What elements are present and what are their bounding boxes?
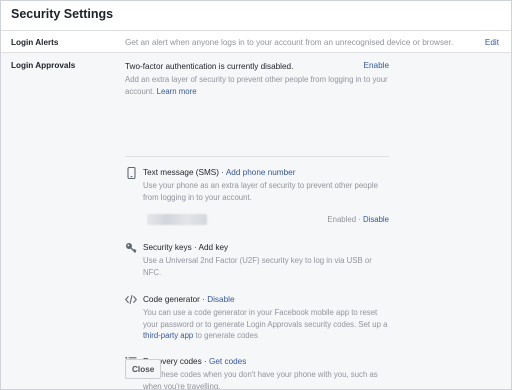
third-party-app-link[interactable]: third-party app	[143, 331, 193, 340]
method-description: Use these codes when you don't have your…	[143, 370, 378, 390]
code-icon	[125, 294, 137, 306]
method-body: Security keys · Add key Use a Universal …	[143, 242, 389, 278]
method-title: Code generator	[143, 295, 200, 304]
edit-login-alerts-link[interactable]: Edit	[485, 38, 499, 47]
disable-sms-link[interactable]: Disable	[363, 215, 389, 224]
method-title: Text message (SMS)	[143, 168, 219, 177]
title-separator: ·	[191, 243, 199, 252]
get-codes-link[interactable]: Get codes	[209, 357, 246, 366]
title-separator: ·	[201, 357, 209, 366]
method-title-line: Recovery codes · Get codes	[143, 356, 389, 367]
login-alerts-label: Login Alerts	[11, 38, 59, 47]
status-separator: ·	[356, 215, 363, 224]
method-description: You can use a code generator in your Fac…	[143, 307, 389, 342]
enabled-label: Enabled	[327, 215, 357, 224]
method-title-line: Text message (SMS) · Add phone number	[143, 167, 389, 178]
method-description: Use your phone as an extra layer of secu…	[143, 181, 378, 202]
method-body: Code generator · Disable You can use a c…	[143, 294, 389, 342]
page-title: Security Settings	[11, 7, 114, 21]
description-text: to generate codes	[193, 331, 258, 340]
security-settings-panel: Security Settings Login Alerts Get an al…	[0, 0, 512, 390]
add-key-link[interactable]: Add key	[199, 243, 229, 252]
key-icon	[125, 242, 137, 254]
method-title-line: Code generator · Disable	[143, 294, 389, 305]
phone-icon	[125, 167, 137, 179]
add-phone-number-link[interactable]: Add phone number	[226, 168, 296, 177]
divider	[125, 156, 389, 157]
method-body: Text message (SMS) · Add phone number Us…	[143, 167, 389, 203]
method-body: Recovery codes · Get codes Use these cod…	[143, 356, 389, 390]
enable-two-factor-link[interactable]: Enable	[364, 61, 390, 70]
learn-more-link[interactable]: Learn more	[157, 87, 197, 96]
two-factor-status-line: Two-factor authentication is currently d…	[125, 61, 389, 73]
login-approvals-label: Login Approvals	[11, 61, 76, 70]
login-alerts-row: Login Alerts Get an alert when anyone lo…	[1, 31, 511, 53]
method-description: Use a Universal 2nd Factor (U2F) securit…	[143, 256, 372, 277]
method-title-line: Security keys · Add key	[143, 242, 389, 253]
description-text: You can use a code generator in your Fac…	[143, 308, 388, 329]
login-approvals-intro: Add an extra layer of security to preven…	[125, 74, 389, 97]
two-factor-status: Two-factor authentication is currently d…	[125, 62, 294, 71]
login-approvals-row: Login Approvals Two-factor authenticatio…	[1, 53, 511, 389]
redacted-phone-number	[147, 214, 207, 225]
sms-status: Enabled · Disable	[327, 215, 389, 224]
disable-code-generator-link[interactable]: Disable	[207, 295, 234, 304]
method-title: Security keys	[143, 243, 192, 252]
login-alerts-description: Get an alert when anyone logs in to your…	[125, 38, 454, 47]
panel-header: Security Settings	[1, 1, 511, 31]
close-button[interactable]: Close	[125, 359, 162, 379]
login-approvals-content: Two-factor authentication is currently d…	[125, 61, 389, 389]
title-separator: ·	[218, 168, 226, 177]
